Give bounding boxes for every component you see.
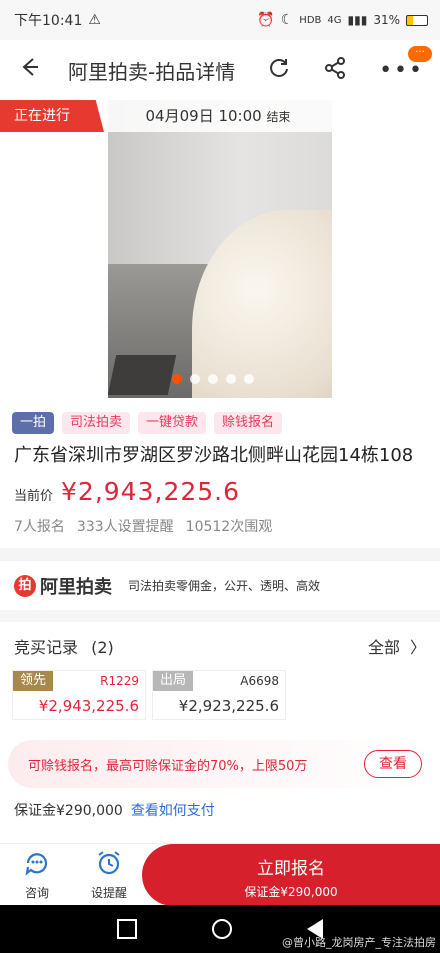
bid-record-out[interactable]: 出局 A6698 ¥2,923,225.6 [152, 670, 286, 720]
signal-icon: ▮▮▮ [347, 13, 368, 27]
carousel-dots[interactable] [172, 374, 254, 384]
credit-text: 可赊钱报名，最高可赊保证金的70%，上限50万 [28, 758, 308, 774]
reminder-count: 333人设置提醒 [76, 519, 174, 535]
bottom-action-bar: 咨询 设提醒 立即报名 保证金¥290,000 [0, 843, 440, 906]
signup-count: 7人报名 [14, 519, 65, 535]
deposit-label: 保证金 [14, 803, 56, 819]
page-title: 阿里拍卖-拍品详情 [68, 59, 236, 84]
chevron-right-icon: 〉 [409, 638, 426, 657]
ali-banner[interactable]: 拍 阿里拍卖 司法拍卖零佣金，公开、透明、高效 [0, 560, 440, 610]
status-bar: 下午10:41 ⚠ ⏰ ☾ HDB 4G ▮▮▮ 31% [0, 0, 440, 40]
alarm-clock-icon [95, 849, 123, 880]
item-title: 广东省深圳市罗湖区罗沙路北侧畔山花园14栋108 [14, 445, 414, 466]
title-bar: 阿里拍卖-拍品详情 ••• ··· [0, 40, 440, 100]
network-4g-label: 4G [327, 14, 342, 26]
battery-icon [406, 14, 428, 26]
warning-icon: ⚠ [88, 12, 101, 28]
bid-record-header[interactable]: 竞买记录 (2) 全部〉 [0, 622, 440, 670]
signup-button[interactable]: 立即报名 保证金¥290,000 [142, 844, 440, 906]
bid-amount: ¥2,943,225.6 [38, 697, 139, 715]
alarm-icon: ⏰ [257, 12, 275, 28]
share-icon[interactable] [323, 56, 347, 84]
item-stats: 7人报名 333人设置提醒 10512次围观 [0, 506, 440, 536]
bid-record-lead[interactable]: 领先 R1229 ¥2,943,225.6 [12, 670, 146, 720]
status-time: 下午10:41 [14, 13, 83, 29]
notification-badge: ··· [408, 46, 432, 62]
tag-judicial[interactable]: 司法拍卖 [62, 412, 131, 434]
how-to-pay-link[interactable]: 查看如何支付 [131, 800, 215, 820]
remind-label: 设提醒 [90, 885, 127, 900]
end-time: 04月09日 10:00 [145, 107, 262, 125]
item-gallery[interactable]: 正在进行 04月09日 10:00 结束 [0, 100, 440, 400]
signup-label: 立即报名 [257, 859, 325, 879]
tag-loan[interactable]: 一键贷款 [138, 412, 207, 434]
bid-record-count: (2) [91, 638, 114, 657]
bid-record-title: 竞买记录 [14, 638, 79, 657]
back-arrow-icon[interactable] [18, 56, 54, 84]
battery-percent: 31% [373, 13, 400, 27]
current-price: ¥2,943,225.6 [61, 477, 241, 506]
carousel-dot[interactable] [208, 374, 218, 384]
carousel-dot[interactable] [190, 374, 200, 384]
item-photo[interactable] [108, 100, 332, 398]
ali-logo-icon: 拍 [14, 574, 36, 597]
credit-banner: 可赊钱报名，最高可赊保证金的70%，上限50万 查看 [8, 740, 432, 788]
bid-records: 领先 R1229 ¥2,943,225.6 出局 A6698 ¥2,923,22… [0, 670, 440, 720]
status-tag: 正在进行 [0, 100, 104, 132]
carousel-dot[interactable] [244, 374, 254, 384]
ali-brand: 阿里拍卖 [40, 576, 112, 598]
deposit-amount: ¥290,000 [56, 803, 123, 819]
ali-desc: 司法拍卖零佣金，公开、透明、高效 [128, 579, 321, 593]
chat-icon [23, 849, 51, 880]
carousel-dot[interactable] [172, 374, 182, 384]
bidder-code: A6698 [240, 674, 279, 688]
price-label: 当前价 [14, 489, 54, 504]
deposit-row: 保证金¥290,000 查看如何支付 [0, 788, 440, 820]
watermark: @曾小路_龙岗房产_专注法拍房 [282, 936, 436, 949]
price-row: 当前价 ¥2,943,225.6 [0, 469, 440, 506]
bid-amount: ¥2,923,225.6 [178, 697, 279, 715]
end-time-banner: 04月09日 10:00 结束 [104, 100, 332, 132]
consult-button[interactable]: 咨询 [6, 849, 68, 901]
bid-role-badge: 领先 [13, 671, 53, 691]
network-label: HDB [299, 14, 322, 26]
bidder-code: R1229 [100, 674, 139, 688]
consult-label: 咨询 [24, 885, 49, 900]
tag-list: 一拍 司法拍卖 一键贷款 赊钱报名 [0, 400, 440, 434]
view-credit-button[interactable]: 查看 [364, 750, 422, 778]
view-all-bids[interactable]: 全部〉 [368, 634, 426, 658]
end-word: 结束 [266, 110, 291, 124]
home-icon[interactable] [211, 919, 232, 939]
recent-apps-icon[interactable] [117, 919, 138, 939]
tag-credit-signup[interactable]: 赊钱报名 [214, 412, 283, 434]
divider [0, 548, 440, 560]
bid-role-badge: 出局 [153, 671, 193, 691]
divider [0, 610, 440, 622]
ali-logo: 拍 阿里拍卖 [14, 573, 112, 599]
carousel-dot[interactable] [226, 374, 236, 384]
remind-button[interactable]: 设提醒 [78, 849, 140, 901]
moon-icon: ☾ [280, 12, 294, 28]
refresh-icon[interactable] [267, 56, 291, 84]
view-count: 10512次围观 [185, 519, 273, 535]
tag-first-auction: 一拍 [12, 412, 55, 434]
signup-deposit: 保证金¥290,000 [244, 885, 338, 899]
